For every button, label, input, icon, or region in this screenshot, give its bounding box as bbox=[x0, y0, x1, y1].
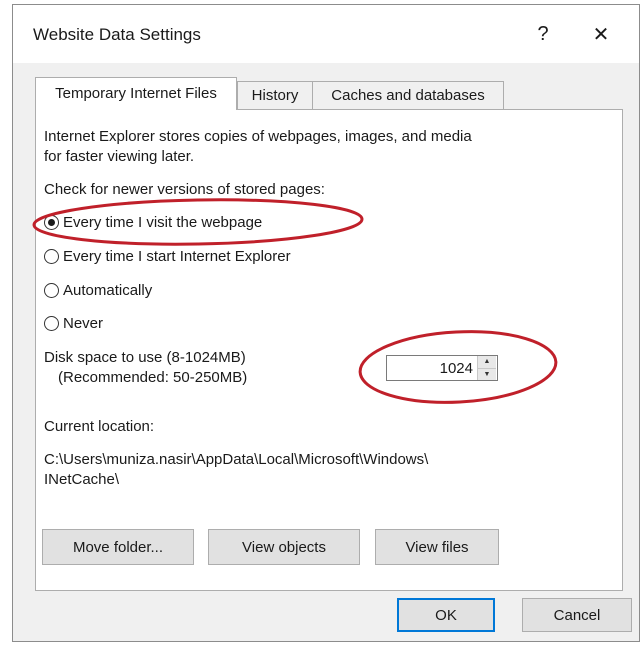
help-icon: ? bbox=[537, 22, 549, 45]
check-newer-label: Check for newer versions of stored pages… bbox=[44, 181, 325, 198]
tab-caches-and-databases[interactable]: Caches and databases bbox=[312, 81, 504, 109]
tab-temporary-internet-files[interactable]: Temporary Internet Files bbox=[35, 77, 237, 110]
dialog-title: Website Data Settings bbox=[33, 25, 201, 44]
view-files-button[interactable]: View files bbox=[375, 529, 499, 565]
radio-selected-icon[interactable] bbox=[44, 214, 59, 230]
title-bar: Website Data Settings ? ✕ bbox=[13, 5, 639, 63]
radio-unselected-icon[interactable] bbox=[44, 282, 59, 298]
radio-every-start[interactable]: Every time I start Internet Explorer bbox=[44, 245, 291, 267]
tab-label: Caches and databases bbox=[331, 87, 485, 104]
radio-unselected-icon[interactable] bbox=[44, 315, 59, 331]
close-icon: ✕ bbox=[592, 23, 610, 46]
radio-never[interactable]: Never bbox=[44, 312, 103, 334]
current-location-label: Current location: bbox=[44, 418, 155, 435]
radio-label: Never bbox=[63, 314, 104, 332]
tab-label: Temporary Internet Files bbox=[55, 85, 217, 102]
radio-label: Automatically bbox=[63, 281, 153, 299]
view-objects-button[interactable]: View objects bbox=[208, 529, 360, 565]
tab-history[interactable]: History bbox=[237, 81, 313, 109]
disk-space-input[interactable] bbox=[387, 356, 477, 380]
stepper-down-icon[interactable]: ▼ bbox=[478, 367, 496, 380]
stepper-up-icon[interactable]: ▲ bbox=[478, 356, 496, 368]
radio-unselected-icon[interactable] bbox=[44, 248, 59, 264]
stepper-buttons: ▲ ▼ bbox=[477, 356, 496, 380]
disk-recommended-label: (Recommended: 50-250MB) bbox=[58, 369, 248, 386]
close-button[interactable]: ✕ bbox=[581, 17, 621, 51]
disk-space-stepper[interactable]: ▲ ▼ bbox=[386, 355, 498, 381]
location-path-line1: C:\Users\muniza.nasir\AppData\Local\Micr… bbox=[44, 451, 429, 468]
radio-label: Every time I visit the webpage bbox=[63, 213, 263, 231]
radio-every-visit[interactable]: Every time I visit the webpage bbox=[44, 211, 262, 233]
location-path-line2: INetCache\ bbox=[44, 471, 120, 488]
intro-text-line2: for faster viewing later. bbox=[44, 148, 195, 165]
intro-text-line1: Internet Explorer stores copies of webpa… bbox=[44, 128, 472, 145]
tab-label: History bbox=[251, 87, 299, 104]
radio-label: Every time I start Internet Explorer bbox=[63, 247, 291, 265]
cancel-button[interactable]: Cancel bbox=[522, 598, 632, 632]
disk-space-label: Disk space to use (8-1024MB) bbox=[44, 349, 246, 366]
radio-automatically[interactable]: Automatically bbox=[44, 279, 152, 301]
help-button[interactable]: ? bbox=[523, 17, 563, 51]
ok-button[interactable]: OK bbox=[397, 598, 495, 632]
move-folder-button[interactable]: Move folder... bbox=[42, 529, 194, 565]
